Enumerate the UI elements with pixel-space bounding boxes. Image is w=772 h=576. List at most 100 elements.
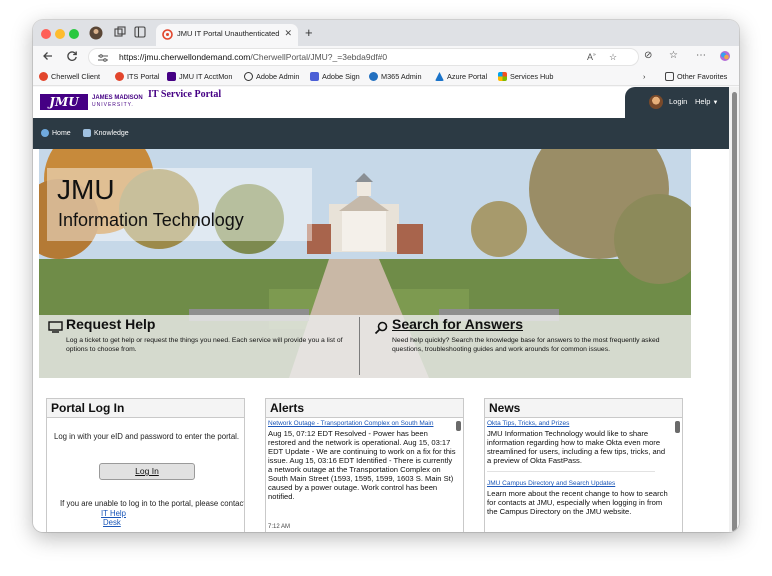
hero-banner: JMU Information Technology Request Help …	[39, 149, 691, 378]
address-bar[interactable]: https://jmu.cherwellondemand.com/Cherwel…	[88, 48, 639, 66]
news-link[interactable]: JMU Campus Directory and Search Updates	[487, 480, 673, 487]
panel-title: Portal Log In	[51, 401, 125, 415]
favorite-m365-admin[interactable]: M365 Admin	[369, 72, 422, 81]
microsoft-icon	[498, 72, 507, 81]
favorite-label: ITS Portal	[127, 72, 160, 81]
request-help-description: Log a ticket to get help or request the …	[66, 337, 343, 353]
favorite-label: M365 Admin	[381, 72, 422, 81]
panel-header: Portal Log In	[47, 399, 244, 418]
close-window-button[interactable]	[41, 29, 51, 39]
user-menu: Login Help ▼	[625, 87, 729, 118]
user-avatar[interactable]	[649, 95, 663, 109]
news-separator	[487, 471, 655, 472]
read-aloud-icon[interactable]: A»	[587, 52, 596, 62]
login-instructions: Log in with your eID and password to ent…	[54, 432, 240, 441]
favorite-label: Services Hub	[510, 72, 554, 81]
nav-knowledge-label: Knowledge	[94, 129, 129, 137]
favorites-icon[interactable]: ☆	[669, 50, 678, 61]
portal-login-panel: Portal Log In Log in with your eID and p…	[46, 398, 245, 532]
m365-icon	[369, 72, 378, 81]
new-tab-button[interactable]: +	[305, 25, 313, 40]
favorite-its-portal[interactable]: ITS Portal	[115, 72, 159, 81]
more-menu-icon[interactable]: ⋯	[696, 50, 706, 61]
url-host: https://jmu.cherwellondemand.com	[119, 52, 251, 62]
news-body: Learn more about the recent change to ho…	[487, 489, 668, 516]
hero-title-box: JMU Information Technology	[47, 168, 312, 241]
portal-header: JMU JAMES MADISON UNIVERSITY. IT Service…	[33, 87, 729, 118]
help-label: Help	[695, 97, 711, 106]
cherwell-icon	[39, 72, 48, 81]
favorite-label: Azure Portal	[447, 72, 488, 81]
page-scrollbar-thumb[interactable]	[732, 92, 737, 532]
close-tab-icon[interactable]: ✕	[284, 28, 292, 39]
favorite-label: JMU IT AcctMon	[179, 72, 233, 81]
alert-time: 7:12 AM	[268, 524, 291, 530]
favorite-adobe-admin[interactable]: Adobe Admin	[244, 72, 299, 81]
knowledge-icon	[83, 129, 91, 137]
chevron-down-icon: ▼	[712, 100, 719, 106]
nav-home-label: Home	[52, 129, 71, 137]
news-body: JMU Information Technology would like to…	[487, 429, 666, 465]
browser-window: JMU IT Portal Unauthenticated ✕ + https:…	[33, 20, 739, 532]
favorite-star-icon[interactable]: ☆	[609, 52, 617, 63]
copilot-icon[interactable]	[719, 50, 731, 65]
main-nav: Home Knowledge	[33, 118, 729, 149]
tab-title: JMU IT Portal Unauthenticated	[177, 29, 280, 38]
cherwell-icon	[115, 72, 124, 81]
tab-strip: JMU IT Portal Unauthenticated ✕ +	[33, 20, 739, 46]
news-panel: News Okta Tips, Tricks, and Prizes JMU I…	[484, 398, 683, 532]
refresh-icon[interactable]	[65, 50, 79, 64]
adobe-sign-icon	[310, 72, 319, 81]
login-help-text: If you are unable to log in to the porta…	[60, 499, 245, 508]
favorite-adobe-sign[interactable]: Adobe Sign	[310, 72, 360, 81]
back-arrow-icon[interactable]	[41, 50, 55, 64]
university-name: JAMES MADISON UNIVERSITY.	[92, 95, 143, 109]
help-menu[interactable]: Help ▼	[695, 97, 718, 106]
hero-title: JMU	[57, 174, 115, 205]
favorite-label: Cherwell Client	[51, 72, 101, 81]
alerts-panel: Alerts Network Outage - Transportation C…	[265, 398, 464, 532]
globe-icon	[244, 72, 253, 81]
tab-actions-icon[interactable]	[133, 26, 147, 40]
monitor-icon	[48, 321, 63, 333]
nav-knowledge[interactable]: Knowledge	[83, 129, 129, 137]
workspaces-icon[interactable]	[113, 26, 127, 40]
other-favorites-label: Other Favorites	[677, 72, 728, 81]
favorite-cherwell-client[interactable]: Cherwell Client	[39, 72, 100, 81]
alerts-scrollbar[interactable]	[456, 421, 461, 431]
search-answers-link[interactable]: Search for Answers	[392, 316, 523, 332]
favorite-azure-portal[interactable]: Azure Portal	[435, 72, 487, 81]
cherwell-favicon-icon	[162, 29, 173, 40]
request-help-link[interactable]: Request Help	[66, 316, 155, 332]
log-in-button[interactable]: Log In	[99, 463, 195, 480]
url-path: /CherwellPortal/JMU?_=3ebda9df#0	[250, 52, 388, 62]
panel-header: Alerts	[266, 399, 463, 418]
maximize-window-button[interactable]	[69, 29, 79, 39]
favorite-services-hub[interactable]: Services Hub	[498, 72, 553, 81]
active-tab[interactable]: JMU IT Portal Unauthenticated ✕	[156, 24, 298, 46]
news-scrollbar[interactable]	[675, 421, 680, 433]
search-icon	[374, 321, 388, 335]
panel-header: News	[485, 399, 682, 418]
azure-icon	[435, 72, 444, 81]
favorite-jmu-it-acctmon[interactable]: JMU IT AcctMon	[167, 72, 232, 81]
alert-link[interactable]: Network Outage - Transportation Complex …	[268, 420, 454, 427]
page-viewport: JMU JAMES MADISON UNIVERSITY. IT Service…	[33, 87, 739, 532]
jmu-logo[interactable]: JMU	[40, 94, 88, 110]
panel-title: Alerts	[270, 401, 305, 415]
news-link[interactable]: Okta Tips, Tricks, and Prizes	[487, 420, 673, 427]
site-info-icon[interactable]	[97, 53, 109, 63]
folder-icon	[665, 72, 674, 81]
favorites-overflow-icon[interactable]: ›	[643, 72, 645, 81]
search-answers-description: Need help quickly? Search the knowledge …	[392, 337, 660, 353]
nav-home[interactable]: Home	[41, 129, 71, 137]
minimize-window-button[interactable]	[55, 29, 65, 39]
toolbar: https://jmu.cherwellondemand.com/Cherwel…	[33, 46, 739, 68]
other-favorites-folder[interactable]: Other Favorites	[665, 72, 727, 81]
it-help-desk-link-line2[interactable]: Desk	[103, 518, 121, 528]
login-link[interactable]: Login	[669, 97, 687, 106]
profile-avatar-icon[interactable]	[89, 26, 103, 40]
alert-body: Aug 15, 07:12 EDT Resolved - Power has b…	[268, 429, 456, 501]
favorite-label: Adobe Admin	[256, 72, 300, 81]
extensions-icon[interactable]: ⊘	[644, 50, 652, 61]
